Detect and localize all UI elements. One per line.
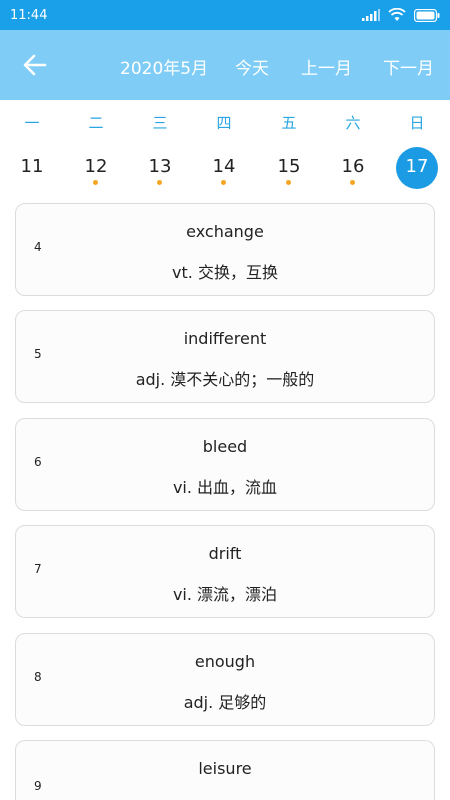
today-button[interactable]: 今天 [235, 54, 269, 79]
status-bar: 11:44 [0, 0, 450, 30]
word-text: drift [208, 544, 242, 563]
date-cell[interactable]: 11 [10, 143, 54, 189]
word-index: 6 [34, 455, 42, 469]
date-number: 15 [277, 156, 301, 177]
date-cell[interactable]: 12 [74, 143, 118, 189]
battery-icon [414, 8, 440, 22]
prev-month-button[interactable]: 上一月 [301, 54, 352, 79]
weekday-label: 二 [88, 114, 104, 132]
date-cell[interactable]: 14 [202, 143, 246, 189]
back-button[interactable] [18, 49, 52, 81]
date-number: 16 [341, 156, 365, 177]
weekday-label: 四 [216, 114, 232, 132]
word-card[interactable]: 5 indifferent adj. 漠不关心的；一般的 [15, 310, 435, 403]
weekday-label: 一 [24, 114, 40, 132]
word-index: 7 [34, 562, 42, 576]
date-number: 12 [84, 156, 108, 177]
word-card[interactable]: 4 exchange vt. 交换，互换 [15, 203, 435, 296]
record-dot [286, 180, 291, 185]
next-month-button[interactable]: 下一月 [383, 54, 434, 79]
record-dot [157, 180, 162, 185]
date-number: 11 [20, 156, 44, 177]
app-bar: 2020年5月 今天 上一月 下一月 [0, 30, 450, 100]
weekday-label: 六 [345, 114, 361, 132]
word-index: 4 [34, 240, 42, 254]
word-meaning: vi. 漂流，漂泊 [172, 585, 278, 604]
record-dot [350, 180, 355, 185]
word-text: enough [194, 652, 256, 671]
word-meaning: adj. 漠不关心的；一般的 [135, 370, 315, 389]
date-cell[interactable]: 16 [331, 143, 375, 189]
word-meaning: adj. 足够的 [183, 693, 267, 712]
word-text: indifferent [183, 329, 267, 348]
weekday-label: 五 [281, 114, 297, 132]
date-cell[interactable]: 15 [267, 143, 311, 189]
date-number: 13 [148, 156, 172, 177]
weekday-header: 一 二 三 四 五 六 日 [0, 104, 450, 138]
word-text: leisure [198, 759, 252, 778]
word-card[interactable]: 7 drift vi. 漂流，漂泊 [15, 525, 435, 618]
weekday-label: 日 [409, 114, 425, 132]
current-month-label[interactable]: 2020年5月 [120, 54, 208, 79]
word-card[interactable]: 9 leisure [15, 740, 435, 800]
word-meaning: vi. 出血，流血 [172, 478, 278, 497]
wifi-icon [388, 8, 406, 21]
word-card[interactable]: 6 bleed vi. 出血，流血 [15, 418, 435, 511]
week-date-row: 11 12 13 14 15 16 17 [0, 143, 450, 191]
record-dot [221, 180, 226, 185]
date-number: 14 [212, 156, 236, 177]
word-index: 8 [34, 670, 42, 684]
word-meaning: vt. 交换，互换 [172, 263, 278, 282]
date-cell-selected[interactable]: 17 [395, 143, 439, 189]
word-index: 9 [34, 779, 42, 793]
word-index: 5 [34, 347, 42, 361]
status-time: 11:44 [10, 7, 48, 23]
arrow-left-icon [23, 54, 47, 76]
weekday-label: 三 [152, 114, 168, 132]
record-dot [93, 180, 98, 185]
signal-icon [362, 9, 380, 21]
status-icons [362, 8, 440, 22]
word-text: exchange [186, 222, 264, 241]
word-text: bleed [202, 437, 248, 456]
date-number: 17 [405, 156, 429, 177]
word-card[interactable]: 8 enough adj. 足够的 [15, 633, 435, 726]
date-cell[interactable]: 13 [138, 143, 182, 189]
